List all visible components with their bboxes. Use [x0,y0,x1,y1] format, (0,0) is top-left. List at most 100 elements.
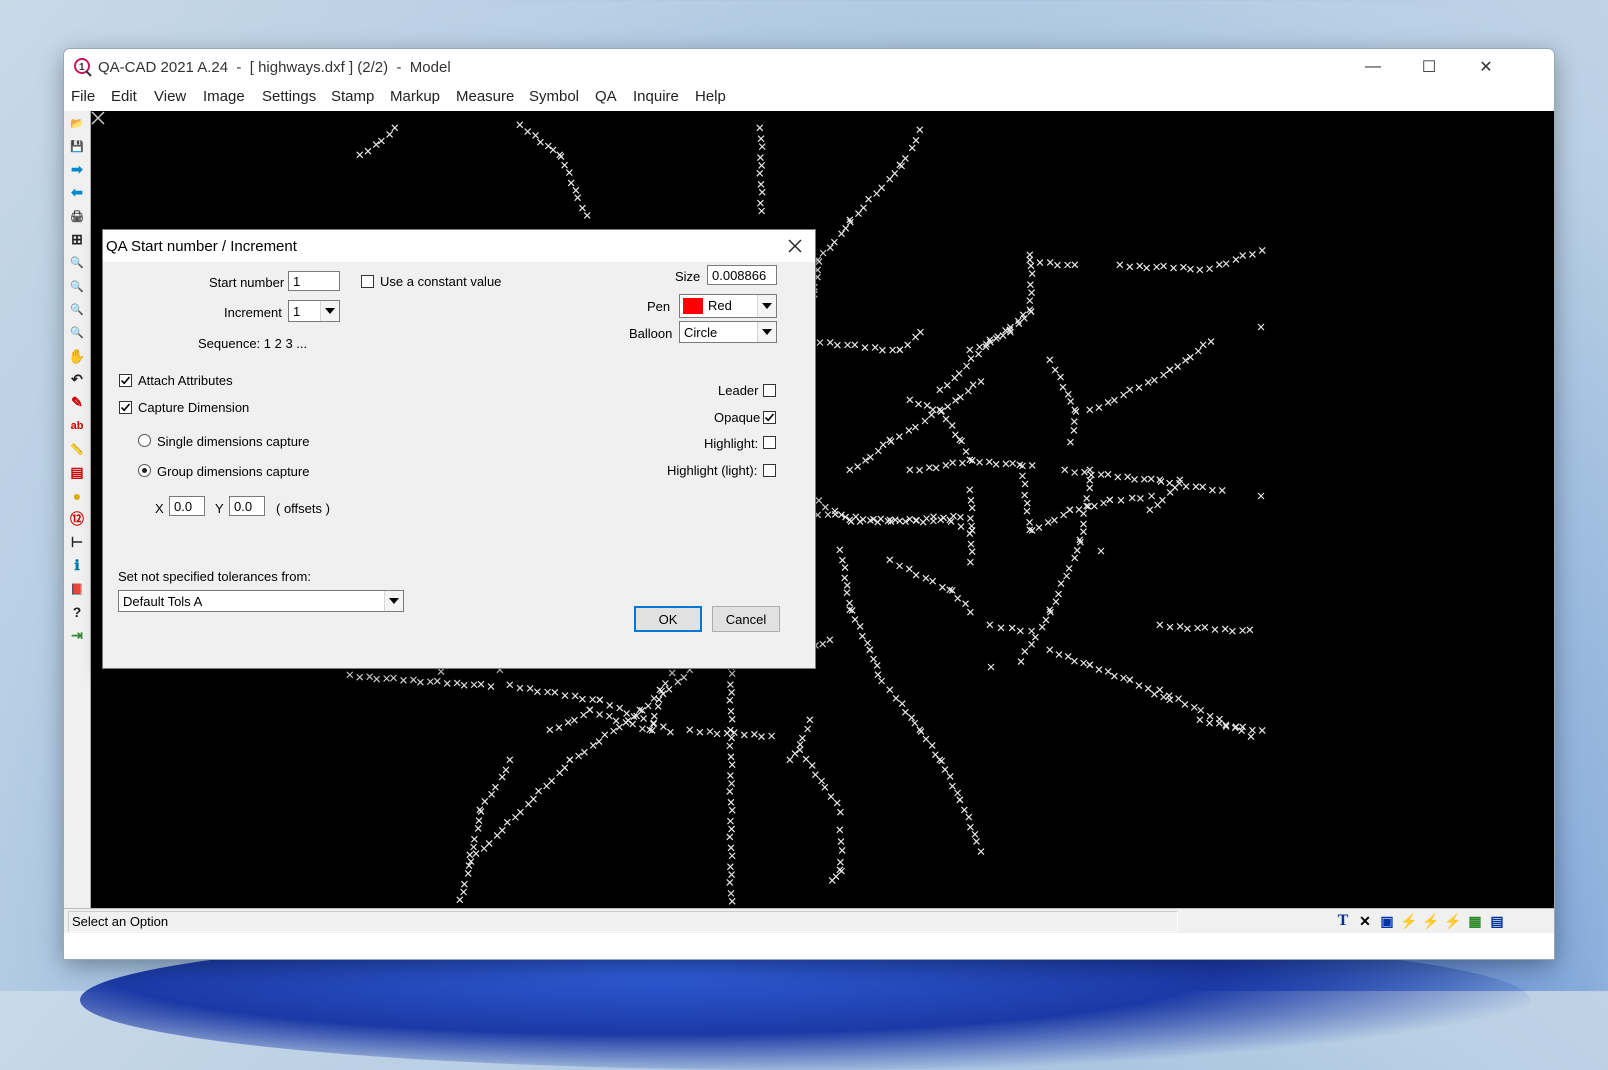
use-constant-checkbox[interactable] [361,275,374,288]
menu-stamp[interactable]: Stamp [331,88,374,105]
minimize-button[interactable]: — [1344,49,1402,85]
menu-measure[interactable]: Measure [456,88,514,105]
road-marker [580,748,588,756]
road-marker [1086,484,1094,492]
road-marker [1150,690,1158,698]
book-icon[interactable]: 📕 [67,579,87,599]
road-marker [391,124,399,132]
forward-icon[interactable]: ➡ [67,160,87,180]
road-marker [728,871,736,878]
road-marker [833,341,841,349]
road-marker [373,675,381,683]
start-number-input[interactable]: 1 [288,271,340,291]
chevron-down-icon [757,322,776,342]
road-marker [1071,469,1079,476]
x-offset-input[interactable]: 0.0 [169,496,205,516]
zoom-in-icon[interactable]: 🔍 [67,276,87,296]
ok-button[interactable]: OK [634,606,702,632]
help-icon[interactable]: ? [67,602,87,622]
menu-edit[interactable]: Edit [111,88,137,105]
menu-file[interactable]: File [71,88,95,105]
road-marker [1194,624,1202,632]
capture-dimension-checkbox[interactable] [119,401,132,414]
pan-hand-icon[interactable]: ✋ [67,346,87,366]
increment-select[interactable]: 1 [288,300,340,322]
lightning-star-icon[interactable]: ⚡ [1444,912,1462,930]
lightning-arrow-icon[interactable]: ⚡ [1422,912,1440,930]
pen-select[interactable]: Red [679,294,777,318]
close-icon[interactable] [91,111,105,125]
opaque-checkbox[interactable] [763,411,776,424]
highlight-light-checkbox[interactable] [763,464,776,477]
road-marker [892,694,900,702]
dimension-icon[interactable]: ⊢ [67,532,87,552]
menu-inquire[interactable]: Inquire [633,88,679,105]
open-icon[interactable]: 📂 [67,113,87,133]
color-grid-icon[interactable]: ▦ [1466,912,1484,930]
balloon-icon[interactable]: ● [67,486,87,506]
lightning-icon[interactable]: ⚡ [1400,912,1418,930]
menu-settings[interactable]: Settings [262,88,316,105]
road-marker [1116,261,1124,269]
menu-view[interactable]: View [154,88,186,105]
balloon-select[interactable]: Circle [679,321,777,343]
road-marker [956,436,964,444]
y-offset-input[interactable]: 0.0 [229,496,265,516]
single-capture-radio[interactable] [138,434,151,447]
road-marker [1160,262,1167,270]
close-icon[interactable] [785,236,805,256]
exit-icon[interactable]: ⇥ [67,626,87,646]
group-capture-radio[interactable] [138,464,151,477]
zoom-icon[interactable]: 🔍 [67,253,87,273]
pencil-icon[interactable]: ✎ [67,393,87,413]
cross-mode-icon[interactable]: ✕ [1356,912,1374,930]
road-marker [1156,476,1164,484]
road-marker [756,154,764,161]
road-marker [796,740,804,748]
road-marker [1249,726,1256,734]
frame-icon[interactable]: ▣ [1378,912,1396,930]
close-window-button[interactable]: ✕ [1457,49,1515,85]
highlight-checkbox[interactable] [763,436,776,449]
menu-image[interactable]: Image [203,88,245,105]
road-marker [1021,491,1029,499]
save-icon[interactable]: 💾 [67,136,87,156]
size-input[interactable]: 0.008866 [707,265,777,285]
road-marker [536,138,544,146]
menu-qa[interactable]: QA [595,88,617,105]
road-marker [1144,684,1152,692]
cancel-button[interactable]: Cancel [712,606,780,632]
road-marker [846,466,854,474]
zoom-out-icon[interactable]: 🔍 [67,299,87,319]
road-marker [1009,459,1017,467]
road-marker [1153,263,1161,271]
text-icon[interactable]: ab [67,416,87,436]
tolerances-select[interactable]: Default Tols A [118,590,404,612]
status-bar: Select an Option T ✕ ▣ ⚡ ⚡ ⚡ ▦ ▤ [64,908,1554,933]
maximize-button[interactable]: ☐ [1400,49,1458,85]
road-marker [356,151,364,159]
info-icon[interactable]: ℹ [67,556,87,576]
menu-symbol[interactable]: Symbol [529,88,579,105]
print-icon[interactable]: 🖨 [67,206,87,226]
capture-dimension-label: Capture Dimension [138,400,250,415]
zoom-extents-icon[interactable]: 🔍 [67,323,87,343]
undo-icon[interactable]: ↶ [67,369,87,389]
road-marker [921,417,929,425]
window-icon[interactable]: ▤ [1488,912,1506,930]
leader-checkbox[interactable] [763,384,776,397]
road-marker [654,702,662,710]
menu-help[interactable]: Help [695,88,726,105]
text-mode-icon[interactable]: T [1334,912,1352,930]
menu-markup[interactable]: Markup [390,88,440,105]
table-icon[interactable]: ▤ [67,463,87,483]
attach-attributes-checkbox[interactable] [119,374,132,387]
numbering-icon[interactable]: ⑫ [67,509,87,529]
plotter-icon[interactable]: ⊞ [67,230,87,250]
road-marker [1008,624,1016,632]
back-icon[interactable]: ⬅ [67,183,87,203]
road-marker [506,681,514,689]
road-marker [726,787,734,795]
road-marker [877,515,885,523]
measure-icon[interactable]: 📏 [67,439,87,459]
